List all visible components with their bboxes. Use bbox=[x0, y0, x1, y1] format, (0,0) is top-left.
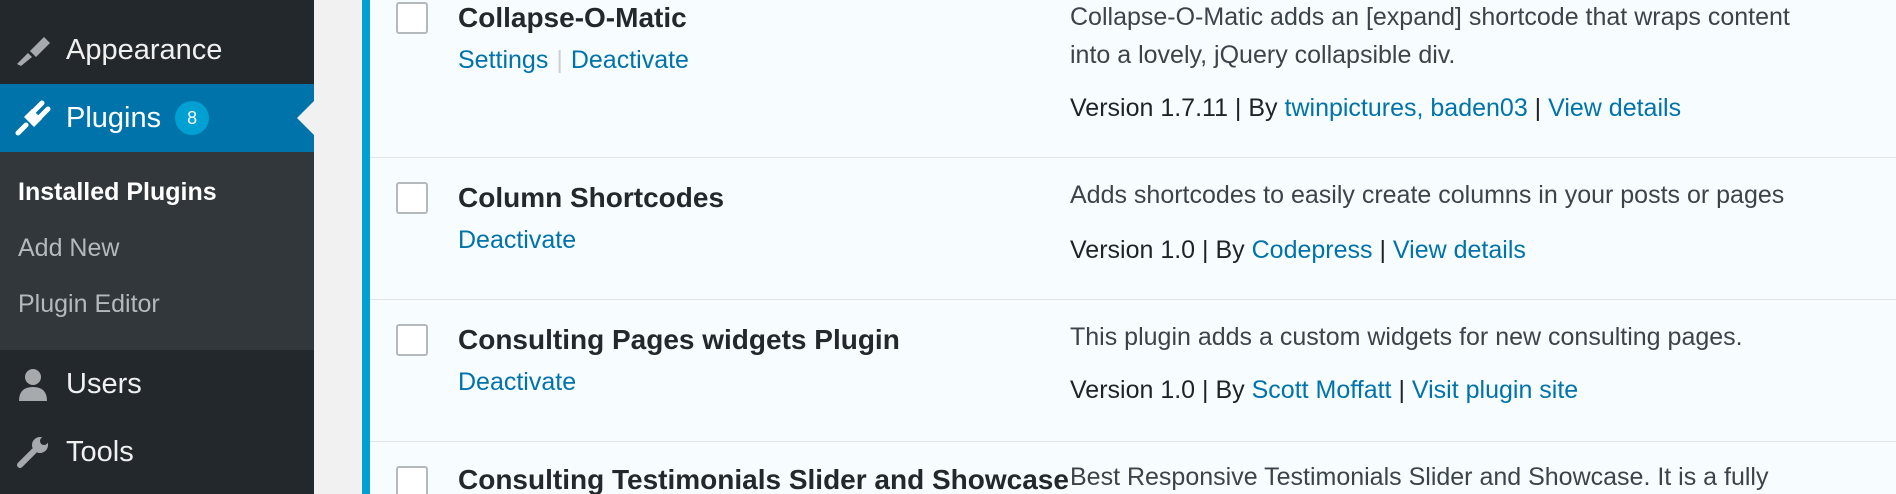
menu-item-plugins[interactable]: Plugins 8 bbox=[0, 84, 314, 152]
deactivate-link[interactable]: Deactivate bbox=[458, 368, 576, 396]
description-line: into a lovely, jQuery collapsible div. bbox=[1070, 41, 1456, 69]
by-label: By bbox=[1215, 236, 1245, 264]
row-actions: Settings | Deactivate bbox=[458, 46, 689, 75]
plugin-row: Collapse-O-Matic Settings | Deactivate Col… bbox=[370, 0, 1896, 158]
row-actions: Deactivate bbox=[458, 368, 576, 397]
current-menu-arrow bbox=[297, 101, 314, 135]
description-line: Collapse-O-Matic adds an [expand] shortc… bbox=[1070, 3, 1790, 31]
plugin-description: Best Responsive Testimonials Slider and … bbox=[1070, 458, 1870, 494]
update-count-badge: 8 bbox=[175, 101, 210, 135]
plugin-row: Column Shortcodes Deactivate Adds shortc… bbox=[370, 158, 1896, 300]
plugin-row: Consulting Pages widgets Plugin Deactiva… bbox=[370, 300, 1896, 442]
plugin-checkbox[interactable] bbox=[396, 2, 428, 34]
plugin-name: Column Shortcodes bbox=[458, 182, 725, 213]
plugin-description: This plugin adds a custom widgets for ne… bbox=[1070, 318, 1870, 356]
description-line: Best Responsive Testimonials Slider and … bbox=[1070, 463, 1769, 491]
wrench-icon bbox=[0, 435, 66, 469]
submenu-add-new[interactable]: Add New bbox=[18, 234, 119, 263]
by-label: By bbox=[1248, 94, 1278, 122]
view-details-link[interactable]: View details bbox=[1548, 94, 1681, 122]
plugin-checkbox[interactable] bbox=[396, 466, 428, 494]
visit-plugin-site-link[interactable]: Visit plugin site bbox=[1412, 376, 1578, 404]
plugin-name: Consulting Pages widgets Plugin bbox=[458, 324, 900, 355]
deactivate-link[interactable]: Deactivate bbox=[458, 226, 576, 254]
menu-label-tools: Tools bbox=[66, 435, 134, 468]
settings-link[interactable]: Settings bbox=[458, 46, 548, 74]
plugin-meta: Version 1.0 | By Codepress | View detail… bbox=[1070, 236, 1526, 264]
menu-label-users: Users bbox=[66, 367, 142, 400]
plugin-checkbox[interactable] bbox=[396, 182, 428, 214]
paintbrush-icon bbox=[0, 33, 66, 67]
description-line: This plugin adds a custom widgets for ne… bbox=[1070, 323, 1743, 351]
submenu-installed-plugins[interactable]: Installed Plugins bbox=[18, 178, 217, 207]
plugin-version: Version 1.0 bbox=[1070, 236, 1196, 264]
menu-label-appearance: Appearance bbox=[66, 33, 223, 66]
user-icon bbox=[0, 367, 66, 401]
author-link[interactable]: Codepress bbox=[1252, 236, 1373, 264]
submenu-plugin-editor[interactable]: Plugin Editor bbox=[18, 290, 160, 319]
deactivate-link[interactable]: Deactivate bbox=[571, 46, 689, 74]
description-line: Adds shortcodes to easily create columns… bbox=[1070, 181, 1785, 209]
plugin-name: Collapse-O-Matic bbox=[458, 2, 687, 33]
menu-item-appearance[interactable]: Appearance bbox=[0, 22, 314, 78]
plugin-name: Consulting Testimonials Slider and Showc… bbox=[458, 464, 1069, 494]
plugins-table: Collapse-O-Matic Settings | Deactivate Col… bbox=[362, 0, 1896, 494]
row-actions: Deactivate bbox=[458, 226, 576, 255]
menu-item-users[interactable]: Users bbox=[0, 356, 314, 412]
action-separator: | bbox=[556, 46, 563, 74]
menu-item-tools[interactable]: Tools bbox=[0, 424, 314, 480]
plugin-meta: Version 1.7.11 | By twinpictures, baden0… bbox=[1070, 94, 1682, 122]
plugin-description: Adds shortcodes to easily create columns… bbox=[1070, 176, 1870, 214]
admin-sidebar: Appearance Plugins 8 Installed Plugins A… bbox=[0, 0, 314, 494]
menu-label-plugins: Plugins bbox=[66, 101, 162, 134]
plugins-submenu: Installed Plugins Add New Plugin Editor bbox=[0, 152, 314, 350]
plug-icon bbox=[0, 99, 66, 137]
plugin-description: Collapse-O-Matic adds an [expand] shortc… bbox=[1070, 0, 1870, 74]
plugin-row: Consulting Testimonials Slider and Showc… bbox=[370, 442, 1896, 494]
plugin-meta: Version 1.0 | By Scott Moffatt | Visit p… bbox=[1070, 376, 1579, 404]
plugin-version: Version 1.7.11 bbox=[1070, 94, 1228, 122]
author-link[interactable]: Scott Moffatt bbox=[1252, 376, 1392, 404]
plugin-checkbox[interactable] bbox=[396, 324, 428, 356]
plugin-version: Version 1.0 bbox=[1070, 376, 1196, 404]
view-details-link[interactable]: View details bbox=[1393, 236, 1526, 264]
author-link[interactable]: twinpictures, baden03 bbox=[1285, 94, 1528, 122]
by-label: By bbox=[1215, 376, 1245, 404]
